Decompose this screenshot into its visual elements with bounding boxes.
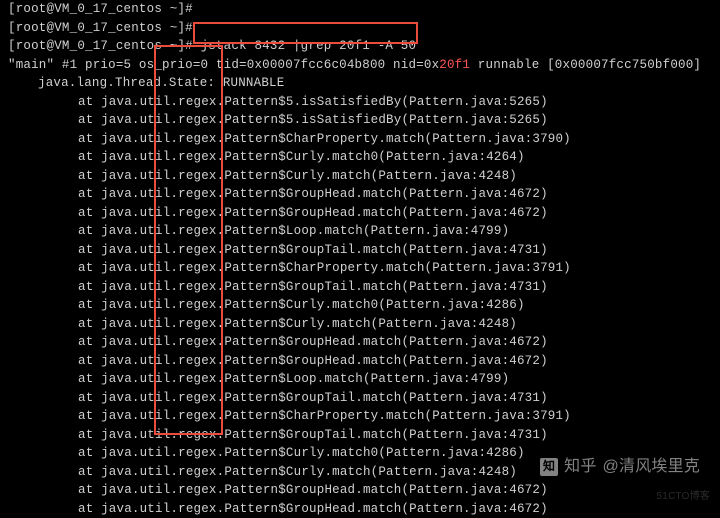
stack-frame: at java.util.regex.Pattern$Loop.match(Pa… xyxy=(8,222,712,241)
stack-frame: at java.util.regex.Pattern$GroupTail.mat… xyxy=(8,426,712,445)
stack-frame: at java.util.regex.Pattern$CharProperty.… xyxy=(8,259,712,278)
stack-frame: at java.util.regex.Pattern$GroupHead.mat… xyxy=(8,204,712,223)
thread-state: java.lang.Thread.State: RUNNABLE xyxy=(8,74,712,93)
zhihu-icon: 知 xyxy=(540,458,558,476)
stack-frame: at java.util.regex.Pattern$GroupHead.mat… xyxy=(8,352,712,371)
stack-frame: at java.util.regex.Pattern$Curly.match0(… xyxy=(8,148,712,167)
stack-frame: at java.util.regex.Pattern$5.isSatisfied… xyxy=(8,111,712,130)
stack-frame: at java.util.regex.Pattern$CharProperty.… xyxy=(8,130,712,149)
stack-frame: at java.util.regex.Pattern$Curly.match(P… xyxy=(8,315,712,334)
prompt-line-0: [root@VM_0_17_centos ~]# xyxy=(8,0,712,19)
stack-frame: at java.util.regex.Pattern$Curly.match(P… xyxy=(8,167,712,186)
stack-frame: at java.util.regex.Pattern$CharProperty.… xyxy=(8,407,712,426)
watermark-site: 51CTO博客 xyxy=(657,490,710,505)
terminal-output[interactable]: [root@VM_0_17_centos ~]# [root@VM_0_17_c… xyxy=(0,0,720,518)
stack-frame: at java.util.regex.Pattern$GroupTail.mat… xyxy=(8,278,712,297)
stack-frame: at java.util.regex.Pattern$GroupTail.mat… xyxy=(8,241,712,260)
prompt-line-1: [root@VM_0_17_centos ~]# xyxy=(8,19,712,38)
watermark-zhihu: 知 知乎 @清风埃里克 xyxy=(540,455,700,479)
stack-trace: at java.util.regex.Pattern$5.isSatisfied… xyxy=(8,93,712,518)
thread-header-line: "main" #1 prio=5 os_prio=0 tid=0x00007fc… xyxy=(8,56,712,75)
stack-frame: at java.util.regex.Pattern$Loop.match(Pa… xyxy=(8,370,712,389)
stack-frame: at java.util.regex.Pattern$5.isSatisfied… xyxy=(8,93,712,112)
stack-frame: at java.util.regex.Pattern$GroupTail.mat… xyxy=(8,389,712,408)
stack-frame: at java.util.regex.Pattern$GroupHead.mat… xyxy=(8,481,712,500)
prompt-line-2: [root@VM_0_17_centos ~]# jstack 8432 |gr… xyxy=(8,37,712,56)
stack-frame: at java.util.regex.Pattern$GroupHead.mat… xyxy=(8,333,712,352)
stack-frame: at java.util.regex.Pattern$Curly.match0(… xyxy=(8,296,712,315)
jstack-command: jstack 8432 |grep 20f1 -A 50 xyxy=(201,39,417,53)
stack-frame: at java.util.regex.Pattern$GroupHead.mat… xyxy=(8,185,712,204)
nid-value: 20f1 xyxy=(439,58,470,72)
